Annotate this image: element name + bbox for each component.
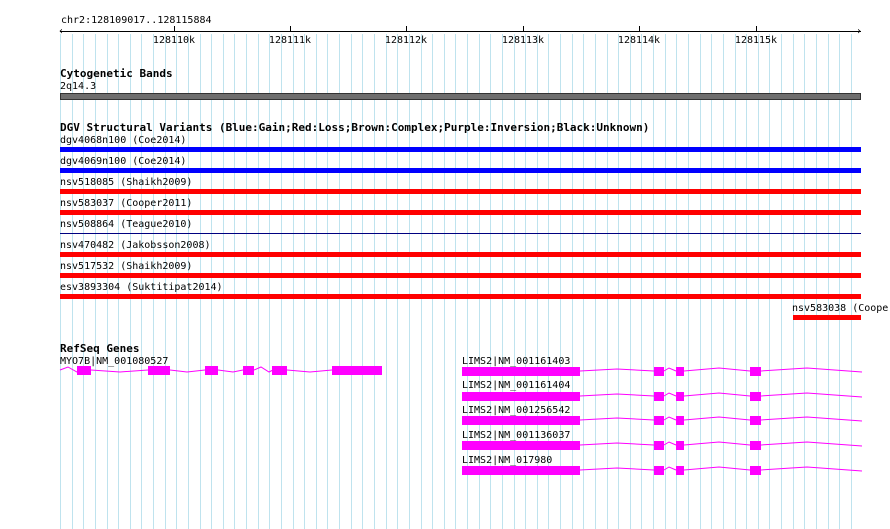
- gene-model-lims2[interactable]: [462, 415, 863, 427]
- sv-feature-bar[interactable]: [793, 315, 861, 320]
- sv-feature-label: dgv4069n100 (Coe2014): [60, 156, 187, 167]
- ruler-tick: [406, 26, 407, 32]
- grid-line: [304, 34, 305, 529]
- grid-line: [746, 34, 747, 529]
- grid-line: [851, 34, 852, 529]
- ruler-tick-label: 128114k: [617, 35, 661, 46]
- grid-line: [630, 34, 631, 529]
- cytoband-bar[interactable]: [60, 93, 861, 100]
- grid-line: [293, 34, 294, 529]
- sv-feature-label: nsv508864 (Teague2010): [60, 219, 193, 230]
- grid-line: [711, 34, 712, 529]
- ruler-tick-label: 128111k: [268, 35, 312, 46]
- gene-model-lims2[interactable]: [462, 440, 863, 452]
- grid-line: [269, 34, 270, 529]
- grid-line: [758, 34, 759, 529]
- ruler-tick: [523, 26, 524, 32]
- grid-line: [816, 34, 817, 529]
- grid-line: [618, 34, 619, 529]
- refseq-track-title: RefSeq Genes: [60, 342, 140, 355]
- ruler-tick-label: 128112k: [384, 35, 428, 46]
- sv-feature-label: esv3893304 (Suktitipat2014): [60, 282, 223, 293]
- sv-feature-label: nsv517532 (Shaikh2009): [60, 261, 193, 272]
- ruler-tick-label: 128115k: [734, 35, 778, 46]
- grid-line: [432, 34, 433, 529]
- sv-feature-bar[interactable]: [60, 252, 861, 257]
- grid-line: [572, 34, 573, 529]
- cytoband-label: 2q14.3: [60, 81, 97, 92]
- sv-feature-label: nsv518085 (Shaikh2009): [60, 177, 193, 188]
- grid-line: [397, 34, 398, 529]
- grid-line: [665, 34, 666, 529]
- grid-line: [234, 34, 235, 529]
- grid-line: [258, 34, 259, 529]
- ruler-tick-label: 128113k: [501, 35, 545, 46]
- grid-line: [316, 34, 317, 529]
- grid-line: [723, 34, 724, 529]
- grid-line: [688, 34, 689, 529]
- grid-line: [444, 34, 445, 529]
- grid-line: [607, 34, 608, 529]
- grid-line: [653, 34, 654, 529]
- region-label: chr2:128109017..128115884: [61, 15, 212, 26]
- sv-feature-label: nsv583037 (Cooper2011): [60, 198, 193, 209]
- grid-line: [351, 34, 352, 529]
- sv-feature-bar[interactable]: [60, 147, 861, 152]
- ruler-tick: [756, 26, 757, 32]
- sv-feature-bar[interactable]: [60, 273, 861, 278]
- grid-line: [223, 34, 224, 529]
- grid-line: [281, 34, 282, 529]
- grid-line: [676, 34, 677, 529]
- sv-feature-label: nsv470482 (Jakobsson2008): [60, 240, 211, 251]
- grid-line: [386, 34, 387, 529]
- ruler-tick-label: 128110k: [152, 35, 196, 46]
- grid-line: [839, 34, 840, 529]
- genome-browser-view: chr2:128109017..128115884 ‹ › 128110k 12…: [0, 0, 890, 529]
- ruler-right-arrow-icon[interactable]: ›: [856, 27, 862, 37]
- gene-label: LIMS2|NM_001161404: [462, 380, 571, 391]
- grid-line: [793, 34, 794, 529]
- gene-model-lims2[interactable]: [462, 391, 863, 403]
- gene-model-lims2[interactable]: [462, 465, 863, 477]
- sv-feature-label: dgv4068n100 (Coe2014): [60, 135, 187, 146]
- grid-line: [595, 34, 596, 529]
- grid-line: [339, 34, 340, 529]
- ruler-left-arrow-icon[interactable]: ‹: [58, 27, 64, 37]
- grid-line: [769, 34, 770, 529]
- cytoband-track-title: Cytogenetic Bands: [60, 67, 173, 80]
- ruler-tick: [174, 26, 175, 32]
- grid-line: [409, 34, 410, 529]
- grid-line: [583, 34, 584, 529]
- dgv-track-title: DGV Structural Variants (Blue:Gain;Red:L…: [60, 121, 650, 134]
- ruler-tick: [290, 26, 291, 32]
- ruler-line: [60, 31, 861, 32]
- sv-feature-label: nsv583038 (Cooper: [792, 303, 890, 314]
- grid-line: [804, 34, 805, 529]
- grid-line: [246, 34, 247, 529]
- grid-line: [700, 34, 701, 529]
- grid-line: [641, 34, 642, 529]
- grid-line: [828, 34, 829, 529]
- sv-feature-bar[interactable]: [60, 294, 861, 299]
- grid-line: [327, 34, 328, 529]
- grid-line: [560, 34, 561, 529]
- sv-feature-bar[interactable]: [60, 168, 861, 173]
- grid-line: [362, 34, 363, 529]
- grid-line: [374, 34, 375, 529]
- gene-model-lims2[interactable]: [462, 366, 863, 378]
- ruler-tick: [639, 26, 640, 32]
- grid-line: [735, 34, 736, 529]
- gene-model-myo7b[interactable]: [59, 366, 390, 378]
- sv-feature-bar[interactable]: [60, 189, 861, 194]
- grid-line: [781, 34, 782, 529]
- sv-feature-bar[interactable]: [60, 210, 861, 215]
- sv-feature-bar[interactable]: [60, 233, 861, 234]
- grid-line: [455, 34, 456, 529]
- grid-line: [421, 34, 422, 529]
